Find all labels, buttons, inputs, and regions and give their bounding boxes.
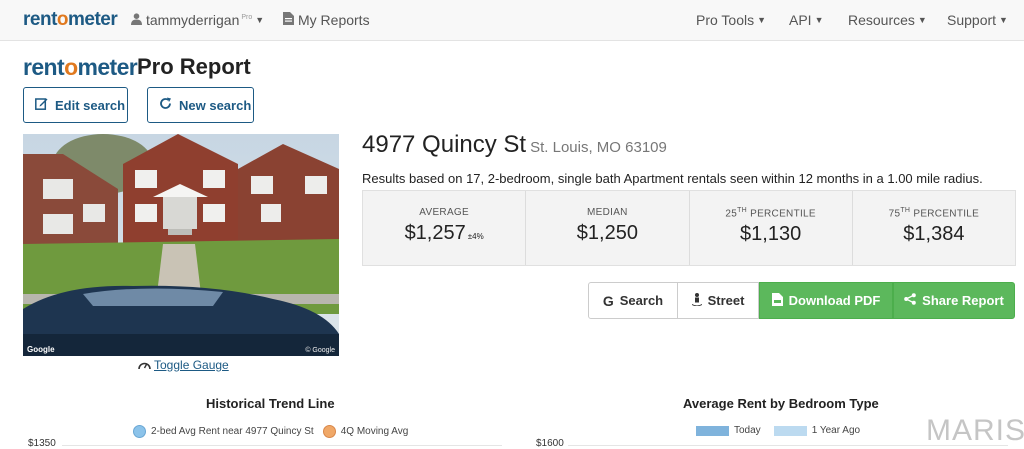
edit-icon	[35, 97, 48, 113]
pdf-file-icon	[771, 292, 783, 309]
trend-legend-series-2[interactable]: 4Q Moving Avg	[341, 426, 409, 437]
support-label: Support	[947, 12, 997, 28]
my-reports-link[interactable]: My Reports	[283, 12, 370, 28]
user-icon	[131, 13, 142, 28]
support-menu[interactable]: Support ▼	[947, 12, 1008, 28]
pro-badge: Pro	[241, 14, 253, 22]
stat-75th-label: 75TH PERCENTILE	[853, 207, 1015, 219]
stat-75th-percentile: 75TH PERCENTILE $1,384	[853, 191, 1015, 265]
p25-sup: TH	[737, 207, 748, 214]
stat-median-value: $1,250	[576, 222, 638, 244]
new-search-button[interactable]: New search	[147, 87, 254, 123]
download-pdf-label: Download PDF	[788, 293, 881, 308]
stat-median-label: MEDIAN	[587, 207, 628, 218]
street-view-photo: Google © Google	[23, 134, 339, 356]
brand-text-o: o	[56, 9, 69, 30]
bedroom-chart-title: Average Rent by Bedroom Type	[683, 396, 879, 411]
google-copyright: © Google	[305, 347, 335, 354]
year-ago-swatch	[773, 425, 807, 436]
trend-y-tick: $1350	[28, 438, 56, 449]
stat-average-margin: ±4%	[467, 232, 484, 241]
address-heading: 4977 Quincy St St. Louis, MO 63109	[362, 131, 667, 159]
document-icon	[283, 12, 294, 28]
logo-text-b: meter	[77, 54, 138, 80]
moving-avg-dot	[322, 425, 336, 438]
city-state-zip: St. Louis, MO 63109	[530, 139, 667, 156]
gauge-icon	[138, 362, 151, 370]
chevron-down-icon: ▼	[917, 15, 927, 25]
page-title: Pro Report	[137, 54, 251, 79]
street-address: 4977 Quincy St	[362, 131, 527, 158]
brand-logo[interactable]: rentometer	[23, 9, 118, 31]
download-pdf-button[interactable]: Download PDF	[759, 282, 893, 319]
bedroom-legend-today[interactable]: Today	[734, 425, 761, 436]
share-report-button[interactable]: Share Report	[893, 282, 1015, 319]
stat-average-label: AVERAGE	[419, 207, 469, 218]
stat-average-value: $1,257	[404, 222, 466, 244]
google-g-icon: G	[602, 292, 614, 309]
api-menu[interactable]: API ▼	[789, 12, 824, 28]
refresh-icon	[159, 97, 172, 113]
p75-num: 75	[888, 208, 901, 220]
street-view-button[interactable]: Street	[678, 282, 759, 319]
toggle-gauge-label: Toggle Gauge	[154, 358, 229, 372]
stat-75th-value: $1,384	[903, 223, 965, 246]
chevron-down-icon: ▼	[999, 15, 1008, 25]
p25-label-text: PERCENTILE	[747, 208, 816, 220]
trend-legend-series-1[interactable]: 2-bed Avg Rent near 4977 Quincy St	[151, 426, 314, 437]
resources-label: Resources	[848, 12, 915, 28]
brand-text-b: meter	[68, 9, 118, 30]
logo-text-o: o	[64, 54, 78, 80]
edit-search-label: Edit search	[55, 97, 126, 113]
logo-text-a: rent	[23, 54, 65, 80]
report-actions: G Search Street Download PDF Share Repor…	[588, 282, 1015, 319]
api-label: API	[789, 12, 812, 28]
p25-num: 25	[725, 208, 738, 220]
user-menu[interactable]: tammyderrigan Pro ▼	[131, 12, 264, 28]
rentometer-logo: rentometer	[23, 54, 138, 81]
stat-average: AVERAGE $1,257 ±4%	[363, 191, 527, 265]
chevron-down-icon: ▼	[757, 15, 767, 25]
chevron-down-icon: ▼	[814, 15, 824, 25]
pro-tools-label: Pro Tools	[696, 12, 755, 28]
toggle-gauge-link[interactable]: Toggle Gauge	[138, 358, 229, 372]
stat-25th-percentile: 25TH PERCENTILE $1,130	[690, 191, 853, 265]
top-navbar: rentometer tammyderrigan Pro ▼ My Reports …	[0, 0, 1024, 41]
trend-gridline	[62, 445, 502, 446]
google-search-button[interactable]: G Search	[588, 282, 678, 319]
new-search-label: New search	[179, 97, 252, 113]
today-swatch	[696, 425, 729, 436]
results-summary: Results based on 17, 2-bedroom, single b…	[362, 171, 983, 186]
my-reports-label: My Reports	[298, 12, 370, 28]
brand-text-a: rent	[23, 9, 57, 30]
stat-average-value-wrap: $1,257 ±4%	[363, 222, 525, 245]
p75-sup: TH	[900, 207, 911, 214]
bedroom-legend-year-ago[interactable]: 1 Year Ago	[812, 425, 860, 436]
username: tammyderrigan	[146, 12, 240, 28]
stat-25th-label: 25TH PERCENTILE	[690, 207, 852, 219]
street-view-icon	[691, 292, 702, 309]
rent-stats-panel: AVERAGE $1,257 ±4% MEDIAN $1,250 25TH PER…	[362, 190, 1016, 266]
street-label: Street	[707, 293, 745, 308]
bedroom-legend: Today 1 Year Ago	[696, 425, 860, 436]
edit-search-button[interactable]: Edit search	[23, 87, 128, 123]
stat-median: MEDIAN $1,250	[526, 191, 690, 265]
p75-label-text: PERCENTILE	[910, 208, 980, 220]
trend-legend: 2-bed Avg Rent near 4977 Quincy St 4Q Mo…	[133, 425, 408, 438]
trend-series-dot	[133, 425, 146, 438]
resources-menu[interactable]: Resources ▼	[848, 12, 927, 28]
bedroom-y-tick: $1600	[536, 438, 564, 449]
pro-tools-menu[interactable]: Pro Tools ▼	[696, 12, 766, 28]
share-report-label: Share Report	[922, 293, 1004, 308]
trend-chart-title: Historical Trend Line	[206, 396, 335, 411]
maris-watermark: MARIS	[926, 414, 1024, 447]
stat-25th-value: $1,130	[740, 223, 802, 246]
search-label: Search	[619, 293, 664, 308]
chevron-down-icon: ▼	[255, 15, 265, 25]
google-watermark: Google	[27, 345, 55, 354]
share-icon	[904, 293, 916, 308]
